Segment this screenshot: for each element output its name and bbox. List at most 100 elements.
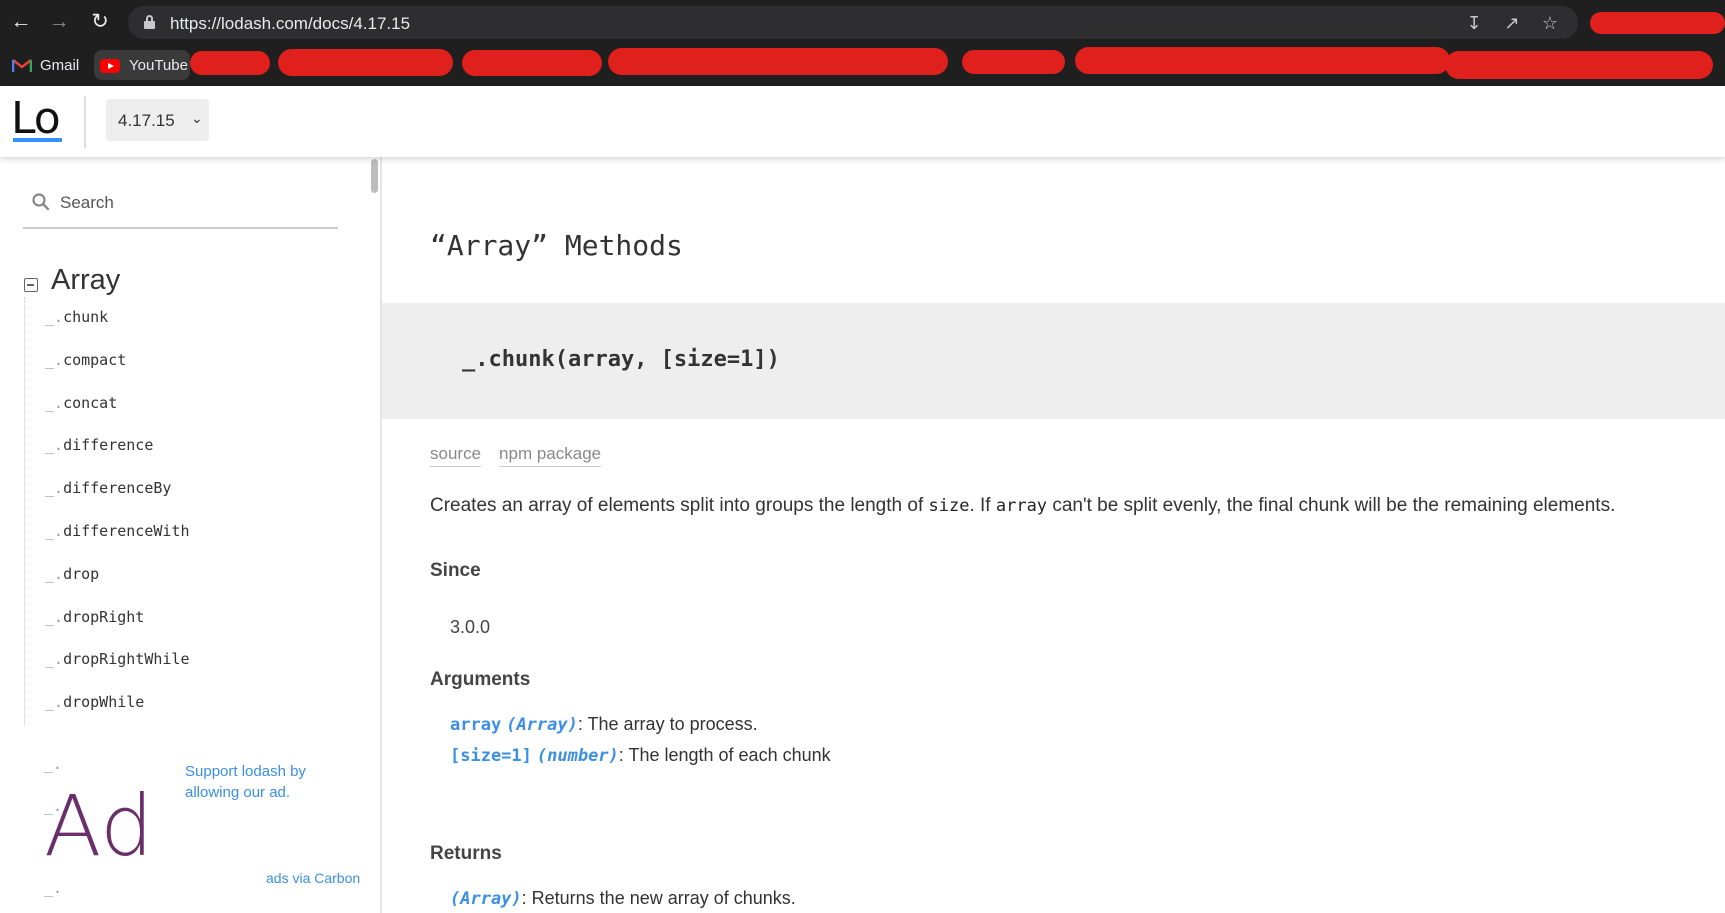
method-link-compact[interactable]: _.compact xyxy=(25,340,324,383)
browser-chrome: ← → ↻ https://lodash.com/docs/4.17.15 ↧ … xyxy=(0,0,1725,86)
method-prefix: _. xyxy=(45,693,64,712)
argument-type[interactable]: (Array) xyxy=(506,715,578,735)
method-prefix: _. xyxy=(45,650,64,669)
share-icon[interactable]: ↗ xyxy=(1501,12,1523,34)
bookmark-youtube[interactable]: YouTube xyxy=(100,53,188,78)
returns-desc: : Returns the new array of chunks. xyxy=(521,888,796,908)
method-link-dropRight[interactable]: _.dropRight xyxy=(25,597,324,640)
since-value: 3.0.0 xyxy=(450,617,491,637)
browser-toolbar: ← → ↻ https://lodash.com/docs/4.17.15 ↧ … xyxy=(0,0,1725,45)
method-name: chunk xyxy=(63,308,109,326)
ad-image[interactable]: Ad xyxy=(44,777,153,875)
method-link-differenceWith[interactable]: _.differenceWith xyxy=(25,511,324,554)
method-prefix-partial: _. xyxy=(44,879,63,897)
method-signature[interactable]: _.chunk(array, [size=1]) xyxy=(462,347,780,372)
star-icon[interactable]: ☆ xyxy=(1539,12,1561,34)
header-divider xyxy=(84,96,86,148)
desc-code: array xyxy=(995,496,1048,516)
argument-desc: : The array to process. xyxy=(577,714,758,734)
signature-band: _.chunk(array, [size=1]) xyxy=(382,303,1725,419)
argument-name: array xyxy=(450,715,502,735)
method-description: Creates an array of elements split into … xyxy=(430,495,1615,517)
method-link-drop[interactable]: _.drop xyxy=(25,554,324,597)
sidebar: Array _.chunk _.compact _.concat _.diffe… xyxy=(0,157,382,913)
desc-text: can't be split evenly, the final chunk w… xyxy=(1047,495,1616,516)
method-prefix: _. xyxy=(45,521,64,540)
method-name: differenceWith xyxy=(63,521,190,540)
search-box xyxy=(23,179,338,229)
lock-icon xyxy=(144,15,155,29)
returns-heading: Returns xyxy=(430,843,502,864)
argument-desc: : The length of each chunk xyxy=(618,745,831,765)
main-content: “Array” Methods _.chunk(array, [size=1])… xyxy=(382,157,1725,913)
forward-arrow-icon[interactable]: → xyxy=(46,9,72,35)
desc-text: Creates an array of elements split into … xyxy=(430,495,929,516)
logo-underline xyxy=(13,138,62,142)
method-name: differenceBy xyxy=(63,479,172,498)
collapse-icon[interactable] xyxy=(24,278,38,292)
sidebar-scrollbar[interactable] xyxy=(371,159,378,193)
argument-name: [size=1] xyxy=(450,746,532,766)
arguments-heading: Arguments xyxy=(430,669,531,690)
bookmarks-bar: Gmail YouTube xyxy=(0,45,1725,86)
method-prefix: _. xyxy=(45,393,64,412)
url-text: https://lodash.com/docs/4.17.15 xyxy=(170,14,411,33)
source-link[interactable]: source xyxy=(430,444,482,467)
method-link-differenceBy[interactable]: _.differenceBy xyxy=(25,468,324,511)
desc-code: size xyxy=(928,496,970,516)
bookmark-redacted xyxy=(608,48,948,75)
since-heading: Since xyxy=(430,560,481,581)
argument-row: array (Array): The array to process. xyxy=(450,714,758,735)
bookmark-redacted xyxy=(962,50,1065,74)
method-link-dropWhile[interactable]: _.dropWhile xyxy=(25,682,324,725)
method-prefix: _. xyxy=(45,564,64,583)
method-prefix: _. xyxy=(45,479,64,498)
npm-package-link[interactable]: npm package xyxy=(499,444,602,467)
version-select[interactable]: 4.17.15 ⌄ xyxy=(106,99,209,141)
search-icon xyxy=(32,193,50,211)
method-link-chunk[interactable]: _.chunk xyxy=(25,297,324,340)
method-links: source npm package xyxy=(430,444,602,467)
returns-type[interactable]: (Array) xyxy=(450,889,522,909)
section-title: “Array” Methods xyxy=(430,229,683,262)
method-name: compact xyxy=(63,350,127,369)
gmail-icon xyxy=(12,59,32,72)
site-header: Lo 4.17.15 ⌄ xyxy=(0,86,1725,157)
lodash-logo[interactable]: Lo xyxy=(11,93,61,144)
method-prefix: _. xyxy=(45,308,64,326)
address-bar[interactable]: https://lodash.com/docs/4.17.15 ↧ ↗ ☆ xyxy=(128,6,1578,39)
install-icon[interactable]: ↧ xyxy=(1463,12,1485,34)
bookmark-redacted xyxy=(1075,47,1450,74)
ad-text[interactable]: Support lodash by allowing our ad. xyxy=(185,761,355,803)
reload-icon[interactable]: ↻ xyxy=(87,9,113,35)
version-value: 4.17.15 xyxy=(118,111,175,130)
method-name: dropWhile xyxy=(63,693,145,712)
profile-redacted xyxy=(1590,12,1725,34)
ad-via-carbon[interactable]: ads via Carbon xyxy=(266,870,360,886)
returns-row: (Array): Returns the new array of chunks… xyxy=(450,888,796,909)
method-prefix: _. xyxy=(45,350,64,369)
category-title[interactable]: Array xyxy=(51,264,120,297)
bookmark-redacted xyxy=(462,50,602,76)
method-prefix: _. xyxy=(45,436,64,455)
method-prefix: _. xyxy=(45,607,64,626)
bookmark-redacted xyxy=(1445,51,1713,79)
bookmark-label: YouTube xyxy=(129,57,188,74)
method-link-concat[interactable]: _.concat xyxy=(25,383,324,426)
method-name: drop xyxy=(63,564,100,583)
bookmark-redacted xyxy=(190,51,270,75)
argument-type[interactable]: (number) xyxy=(537,746,619,766)
method-name: concat xyxy=(63,393,118,412)
method-link-difference[interactable]: _.difference xyxy=(25,425,324,468)
method-name: difference xyxy=(63,436,154,455)
bookmark-gmail[interactable]: Gmail xyxy=(12,53,79,78)
method-link-dropRightWhile[interactable]: _.dropRightWhile xyxy=(25,639,324,682)
back-arrow-icon[interactable]: ← xyxy=(8,9,34,35)
bookmark-redacted xyxy=(278,49,453,76)
method-list: _.chunk _.compact _.concat _.difference … xyxy=(24,297,324,725)
youtube-icon xyxy=(100,58,120,73)
search-input[interactable] xyxy=(60,189,330,217)
method-name: dropRight xyxy=(63,607,145,626)
chevron-down-icon: ⌄ xyxy=(191,110,203,126)
bookmark-label: Gmail xyxy=(40,57,80,74)
